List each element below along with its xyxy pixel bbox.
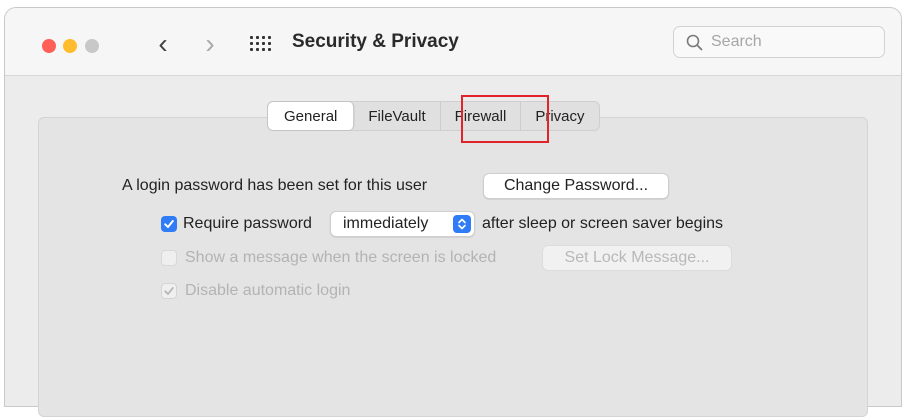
grid-icon-dot [255,47,259,51]
grid-icon-dot [249,47,253,51]
grid-icon-dot [261,35,265,39]
firewall-highlight-box [461,95,549,143]
grid-icon-dot [267,41,271,45]
grid-icon-dot [249,35,253,39]
zoom-window-button[interactable] [85,39,99,53]
minimize-window-button[interactable] [63,39,77,53]
forward-button[interactable]: › [197,29,223,59]
close-window-button[interactable] [42,39,56,53]
grid-icon-dot [261,47,265,51]
require-password-delay-select[interactable]: immediately [330,211,475,237]
checkmark-icon [164,287,174,295]
show-all-preferences-button[interactable] [248,34,272,52]
require-password-checkbox[interactable] [161,216,177,232]
select-value: immediately [343,215,429,232]
search-field[interactable] [673,26,885,58]
tab-filevault[interactable]: FileVault [354,102,441,130]
show-message-checkbox[interactable] [161,250,177,266]
checkmark-icon [164,220,174,228]
general-tab-panel [38,117,868,417]
grid-icon-dot [267,47,271,51]
grid-icon-dot [249,41,253,45]
disable-auto-login-label: Disable automatic login [185,282,351,299]
tab-general[interactable]: General [268,102,355,130]
window-title: Security & Privacy [292,31,459,52]
tab-bar: General FileVault Firewall Privacy [267,101,600,131]
chevron-left-icon: ‹ [158,28,168,59]
change-password-button[interactable]: Change Password... [483,173,669,199]
search-icon [686,34,703,50]
set-lock-message-button[interactable]: Set Lock Message... [542,245,732,271]
disable-auto-login-checkbox[interactable] [161,283,177,299]
show-message-label: Show a message when the screen is locked [185,249,497,266]
back-button[interactable]: ‹ [150,29,176,59]
chevron-right-icon: › [205,28,215,59]
login-password-text: A login password has been set for this u… [122,177,428,194]
require-password-label: Require password [183,215,312,232]
title-bar: ‹ › Security & Privacy [5,8,901,76]
grid-icon-dot [267,35,271,39]
updown-chevron-icon [453,215,471,233]
grid-icon-dot [255,35,259,39]
grid-icon-dot [255,41,259,45]
search-input[interactable] [709,32,873,52]
require-password-suffix: after sleep or screen saver begins [482,215,724,232]
grid-icon-dot [261,41,265,45]
